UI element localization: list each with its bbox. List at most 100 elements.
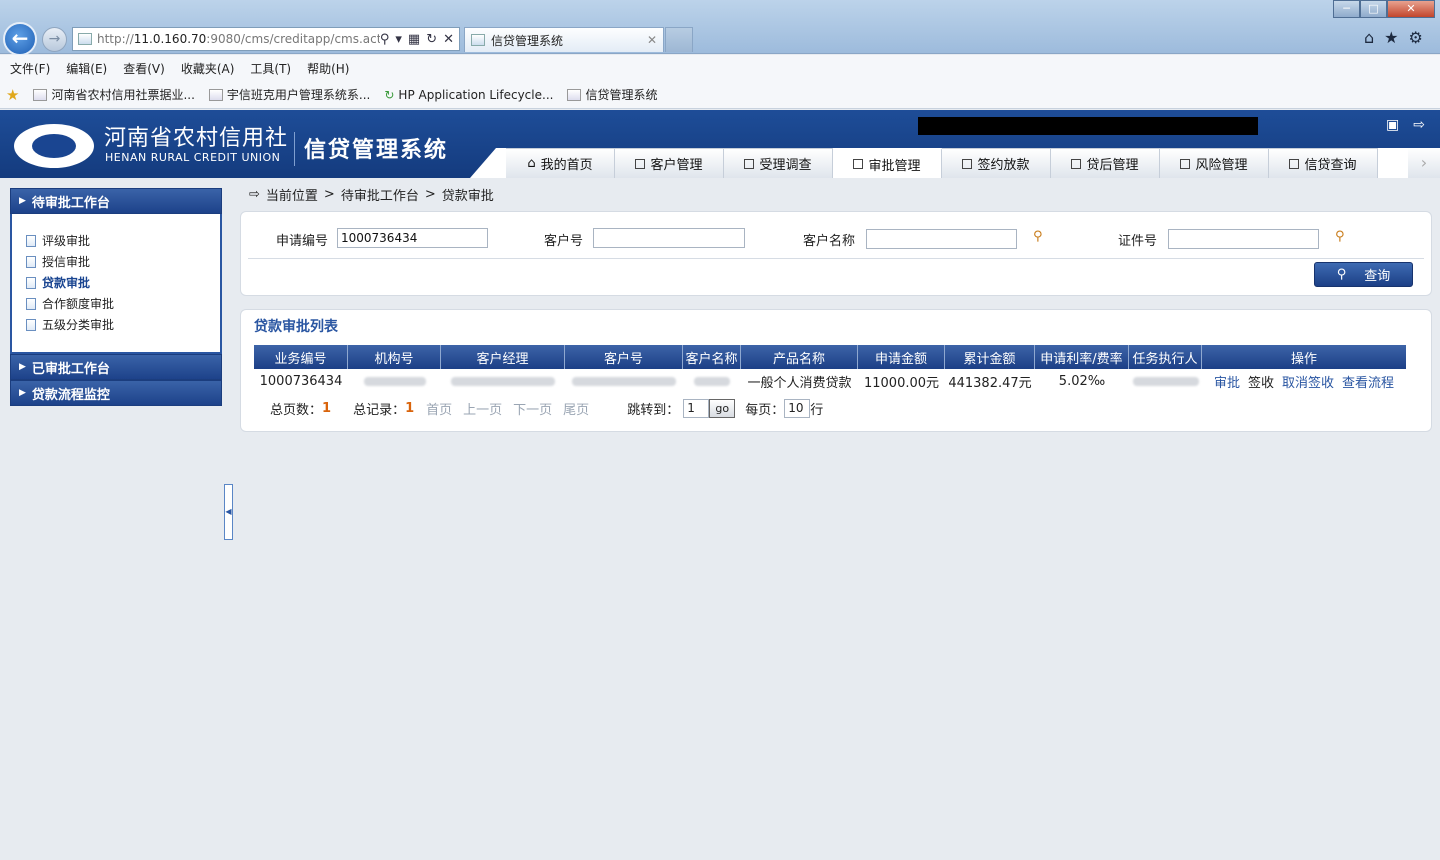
tab-scroll-right-icon[interactable]: ›	[1408, 148, 1440, 178]
query-button[interactable]: ⚲ 查询	[1314, 262, 1413, 287]
document-icon	[26, 276, 36, 289]
menu-help[interactable]: 帮助(H)	[307, 60, 349, 77]
first-page-link[interactable]: 首页	[426, 399, 452, 418]
address-url[interactable]: http://11.0.160.70:9080/cms/creditapp/cm…	[97, 32, 380, 46]
page-icon	[208, 88, 223, 101]
header-icons: ▣ ⇨	[1386, 117, 1425, 133]
minimize-button[interactable]: ─	[1333, 0, 1360, 18]
sidebar-pending-list: 评级审批 授信审批 贷款审批 合作额度审批 五级分类审批	[10, 214, 222, 354]
cell-manager-redacted	[441, 370, 565, 392]
view-flow-link[interactable]: 查看流程	[1342, 372, 1394, 391]
tab-query[interactable]: 信贷查询	[1269, 148, 1378, 178]
back-button[interactable]: ←	[3, 22, 37, 56]
last-page-link[interactable]: 尾页	[563, 399, 589, 418]
compat-view-icon[interactable]: ▦	[408, 32, 420, 47]
app-no-label: 申请编号	[276, 234, 329, 249]
refresh-icon[interactable]: ↻	[426, 32, 437, 47]
menu-view[interactable]: 查看(V)	[123, 60, 165, 77]
favorites-star-icon[interactable]: ★	[1384, 28, 1398, 47]
menu-file[interactable]: 文件(F)	[10, 60, 50, 77]
new-tab-button[interactable]	[665, 27, 693, 52]
home-icon[interactable]: ⌂	[1364, 28, 1374, 47]
tab-risk[interactable]: 风险管理	[1160, 148, 1269, 178]
jump-page-input[interactable]: 1	[683, 398, 710, 418]
tab-home[interactable]: ⌂ 我的首页	[506, 148, 615, 178]
search-icon: ⚲	[1336, 267, 1347, 282]
forward-button[interactable]: →	[42, 27, 67, 52]
document-icon	[26, 297, 36, 310]
cell-cust-no-redacted	[565, 370, 683, 392]
total-pages: 1	[322, 400, 332, 416]
magnifier-icon[interactable]: ⚲	[1033, 229, 1043, 244]
favorites-star-icon[interactable]: ★	[6, 86, 19, 104]
tab-postloan[interactable]: 贷后管理	[1051, 148, 1160, 178]
caret-right-icon: ▶	[19, 196, 26, 206]
sidebar-item-credit[interactable]: 授信审批	[26, 251, 220, 272]
tab-close-icon[interactable]: ✕	[647, 33, 663, 47]
menu-favorites[interactable]: 收藏夹(A)	[181, 60, 235, 77]
search-icon[interactable]: ⚲	[380, 32, 390, 47]
document-icon	[26, 234, 36, 247]
col-biz-no: 业务编号	[254, 345, 348, 369]
sidebar-item-rating[interactable]: 评级审批	[26, 230, 220, 251]
tab-investigation[interactable]: 受理调查	[724, 148, 833, 178]
prev-page-link[interactable]: 上一页	[463, 399, 502, 418]
sidebar-collapse-handle[interactable]: ◀	[224, 484, 233, 540]
address-bar[interactable]: http://11.0.160.70:9080/cms/creditapp/cm…	[72, 27, 460, 51]
favorite-link[interactable]: 信贷管理系统	[567, 86, 657, 103]
stop-icon[interactable]: ✕	[443, 32, 454, 47]
logo-cn-text: 河南省农村信用社	[104, 126, 289, 151]
sign-link[interactable]: 签收	[1248, 372, 1274, 391]
magnifier-icon[interactable]: ⚲	[1335, 229, 1345, 244]
sidebar-item-five-class[interactable]: 五级分类审批	[26, 314, 220, 335]
menu-edit[interactable]: 编辑(E)	[66, 60, 107, 77]
cust-name-input[interactable]	[866, 229, 1017, 249]
search-panel	[240, 211, 1432, 296]
document-icon	[26, 255, 36, 268]
tab-contract[interactable]: 签约放款	[942, 148, 1051, 178]
favorite-link[interactable]: 宇信班克用户管理系统系...	[208, 86, 370, 103]
monitor-icon[interactable]: ▣	[1386, 117, 1399, 133]
tab-approval[interactable]: 审批管理	[833, 148, 942, 178]
cell-rate: 5.02‰	[1058, 373, 1106, 389]
cert-no-input[interactable]	[1168, 229, 1319, 249]
logout-icon[interactable]: ⇨	[1413, 117, 1425, 133]
app-no-input[interactable]: 1000736434	[337, 228, 488, 248]
cell-cust-name-redacted	[683, 370, 741, 392]
cell-actions: 审批 签收 取消签收 查看流程	[1202, 370, 1406, 392]
postloan-icon	[1071, 158, 1082, 169]
col-cust-name: 客户名称	[683, 345, 741, 369]
favorite-link[interactable]: 河南省农村信用社票据业...	[33, 86, 195, 103]
cell-amount: 11000.00元	[863, 375, 940, 391]
favorite-link[interactable]: ↻ HP Application Lifecycle...	[384, 88, 553, 102]
tab-customer[interactable]: 客户管理	[615, 148, 724, 178]
browser-tab[interactable]: 信贷管理系统 ✕	[464, 27, 664, 52]
settings-gear-icon[interactable]: ⚙	[1409, 28, 1423, 47]
approve-link[interactable]: 审批	[1214, 372, 1240, 391]
close-window-button[interactable]: ✕	[1387, 0, 1435, 18]
customer-icon	[635, 158, 646, 169]
menu-bar: 文件(F) 编辑(E) 查看(V) 收藏夹(A) 工具(T) 帮助(H)	[0, 55, 1440, 81]
dropdown-icon[interactable]: ▾	[395, 32, 402, 47]
search-divider	[248, 258, 1424, 259]
sidebar-item-loan[interactable]: 贷款审批	[26, 272, 220, 293]
query-icon	[1289, 158, 1300, 169]
next-page-link[interactable]: 下一页	[513, 399, 552, 418]
browser-toolbar-icons: ⌂ ★ ⚙	[1364, 28, 1423, 47]
breadcrumb: ⇨ 当前位置 > 待审批工作台 > 贷款审批	[249, 185, 494, 204]
breadcrumb-level1[interactable]: 待审批工作台	[341, 185, 419, 204]
cancel-sign-link[interactable]: 取消签收	[1282, 372, 1334, 391]
sidebar: ▶ 待审批工作台 评级审批 授信审批 贷款审批 合作额度审批 五级分类审批 ▶ 已审…	[10, 188, 222, 410]
maximize-button[interactable]: □	[1360, 0, 1387, 18]
sidebar-group-pending[interactable]: ▶ 待审批工作台	[10, 188, 222, 214]
go-button[interactable]: go	[709, 398, 736, 418]
col-cust-no: 客户号	[565, 345, 683, 369]
cust-no-input[interactable]	[593, 228, 745, 248]
menu-tools[interactable]: 工具(T)	[250, 60, 291, 77]
sidebar-group-monitor[interactable]: ▶ 贷款流程监控	[10, 380, 222, 406]
sidebar-group-done[interactable]: ▶ 已审批工作台	[10, 354, 222, 380]
cell-org-no-redacted	[348, 370, 441, 392]
page-icon	[78, 33, 92, 45]
sidebar-item-coop-limit[interactable]: 合作额度审批	[26, 293, 220, 314]
per-page-input[interactable]: 10	[784, 398, 811, 418]
